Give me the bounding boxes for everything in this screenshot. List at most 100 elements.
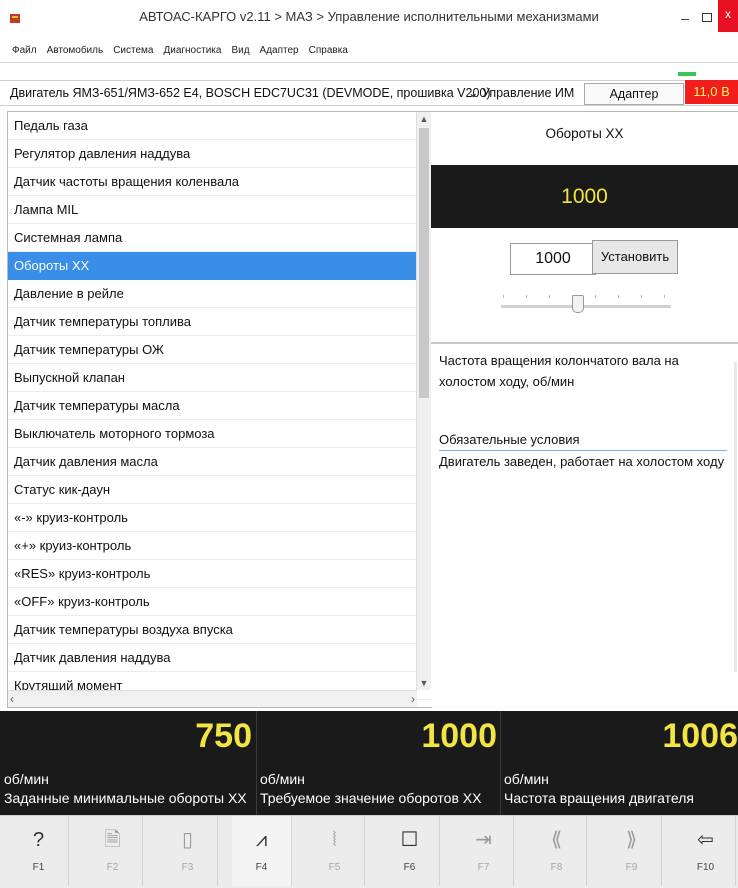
menu-help[interactable]: Справка: [304, 40, 353, 62]
list-item[interactable]: «+» круиз-контроль: [8, 532, 431, 560]
detail-scrollbar[interactable]: [734, 362, 737, 672]
list-item[interactable]: «-» круиз-контроль: [8, 504, 431, 532]
adapter-status: Адаптер подключен: [584, 83, 684, 121]
scroll-down-icon[interactable]: ▼: [417, 676, 431, 690]
menu-vehicle[interactable]: Автомобиль: [42, 40, 109, 62]
scroll-up-icon[interactable]: ▲: [417, 112, 431, 126]
minimize-button[interactable]: –: [675, 10, 695, 26]
set-button[interactable]: Установить: [592, 240, 678, 274]
list-item[interactable]: Датчик температуры топлива: [8, 308, 431, 336]
engine-selector[interactable]: Двигатель ЯМЗ-651/ЯМЗ-652 E4, BOSCH EDC7…: [10, 81, 491, 105]
graph-icon: ⩘: [255, 829, 268, 851]
parameter-title: Обороты ХХ: [545, 126, 624, 141]
next-icon: ⟫: [625, 829, 638, 851]
gauge-value: 1006: [662, 717, 738, 755]
slider-tick: [503, 295, 504, 298]
menu-diagnostics[interactable]: Диагностика: [158, 40, 226, 62]
value-input[interactable]: 1000: [510, 243, 596, 275]
gauge-bar: 750 об/мин Заданные минимальные обороты …: [0, 711, 738, 815]
fkey-f2-button[interactable]: 🗎 F2: [83, 816, 143, 886]
close-button[interactable]: x: [718, 0, 738, 32]
list-item[interactable]: «RES» круиз-контроль: [8, 560, 431, 588]
fkey-label: F8: [550, 862, 563, 873]
chevron-down-icon: ⌄: [468, 86, 482, 100]
slider-tick: [595, 295, 596, 298]
fkey-f3-button[interactable]: ▯ F3: [158, 816, 218, 886]
horizontal-scrollbar[interactable]: ‹ ›: [8, 690, 417, 707]
vertical-scrollbar[interactable]: ▲ ▼: [416, 112, 431, 690]
fkey-label: F4: [255, 862, 268, 873]
fkey-f6-button[interactable]: ☐ F6: [380, 816, 440, 886]
import-icon: ⇥: [475, 829, 492, 851]
window-icon: ☐: [400, 829, 419, 851]
list-item[interactable]: Давление в рейле: [8, 280, 431, 308]
window-title: АВТОАС-КАРГО v2.11 > МАЗ > Управление ис…: [139, 9, 599, 24]
menu-bar: Файл Автомобиль Система Диагностика Вид Адапт…: [0, 40, 738, 63]
list-item[interactable]: Датчик давления наддува: [8, 644, 431, 672]
mode-select[interactable]: ⌄ Управление ИМ ⌄: [468, 83, 580, 120]
gauge-unit: об/мин: [4, 771, 49, 787]
requirements-text: Двигатель заведен, работает на холостом …: [439, 454, 725, 469]
help-icon: ?: [32, 829, 45, 851]
list-item[interactable]: Датчик давления масла: [8, 448, 431, 476]
list-item[interactable]: Статус кик-даун: [8, 476, 431, 504]
parameter-description: Частота вращения колончатого вала на хол…: [439, 353, 679, 389]
list-item[interactable]: Обороты ХХ: [8, 252, 431, 280]
fkey-f8-button[interactable]: ⟪ F8: [527, 816, 587, 886]
slider-tick: [641, 295, 642, 298]
list-item[interactable]: Лампа MIL: [8, 196, 431, 224]
slider-thumb[interactable]: [571, 295, 584, 313]
list-item[interactable]: Датчик частоты вращения коленвала: [8, 168, 431, 196]
list-item[interactable]: Выпускной клапан: [8, 364, 431, 392]
fkey-label: F1: [32, 862, 45, 873]
fkey-f7-button[interactable]: ⇥ F7: [454, 816, 514, 886]
adapter-led-indicator: [678, 72, 696, 76]
fkey-label: F7: [477, 862, 490, 873]
detail-panel: Обороты ХХ 1000 1000 Установить Частота …: [431, 111, 738, 707]
list-item[interactable]: Датчик температуры воздуха впуска: [8, 616, 431, 644]
gauge-min-idle: 750 об/мин Заданные минимальные обороты …: [0, 711, 256, 815]
list-item[interactable]: Регулятор давления наддува: [8, 140, 431, 168]
fkey-label: F3: [181, 862, 194, 873]
fkey-label: F6: [403, 862, 416, 873]
fkey-label: F5: [328, 862, 341, 873]
scroll-left-icon[interactable]: ‹: [10, 691, 22, 707]
menu-view[interactable]: Вид: [226, 40, 254, 62]
gauge-label: Заданные минимальные обороты ХХ: [4, 790, 247, 806]
fkey-f1-button[interactable]: ? F1: [9, 816, 69, 886]
scroll-right-icon[interactable]: ›: [403, 691, 415, 707]
menu-file[interactable]: Файл: [0, 40, 42, 62]
gauge-label: Требуемое значение оборотов ХХ: [260, 790, 482, 806]
fkey-f9-button[interactable]: ⟫ F9: [602, 816, 662, 886]
scrollbar-thumb[interactable]: [419, 128, 429, 398]
list-item[interactable]: Датчик температуры масла: [8, 392, 431, 420]
parameter-list-panel: Педаль газа Регулятор давления наддува Дат…: [7, 111, 432, 708]
maximize-button[interactable]: [697, 10, 717, 26]
slider-tick: [664, 295, 665, 298]
parameter-list: Педаль газа Регулятор давления наддува Дат…: [8, 112, 431, 700]
list-item[interactable]: Выключатель моторного тормоза: [8, 420, 431, 448]
device-icon: ▯: [181, 829, 193, 851]
value-slider[interactable]: [501, 305, 671, 308]
menu-adapter[interactable]: Адаптер: [255, 40, 304, 62]
fkey-f4-button[interactable]: ⩘ F4: [232, 816, 292, 886]
fkey-label: F10: [696, 862, 715, 873]
fkey-label: F9: [625, 862, 638, 873]
slider-tick: [526, 295, 527, 298]
fkey-label: F2: [106, 862, 119, 873]
list-item[interactable]: «OFF» круиз-контроль: [8, 588, 431, 616]
menu-system[interactable]: Система: [108, 40, 158, 62]
fkey-f5-button[interactable]: ⦚ F5: [305, 816, 365, 886]
title-bar: АВТОАС-КАРГО v2.11 > МАЗ > Управление ис…: [0, 0, 738, 41]
mode-select-value: Управление ИМ: [481, 86, 575, 100]
gauge-unit: об/мин: [260, 771, 305, 787]
list-item[interactable]: Системная лампа: [8, 224, 431, 252]
gauge-unit: об/мин: [504, 771, 549, 787]
fkey-f10-button[interactable]: ⇦ F10: [676, 816, 736, 886]
slider-tick: [549, 295, 550, 298]
divider: [431, 342, 738, 344]
gauge-value: 1000: [421, 717, 497, 755]
requirements-title: Обязательные условия: [439, 430, 727, 451]
list-item[interactable]: Педаль газа: [8, 112, 431, 140]
list-item[interactable]: Датчик температуры ОЖ: [8, 336, 431, 364]
